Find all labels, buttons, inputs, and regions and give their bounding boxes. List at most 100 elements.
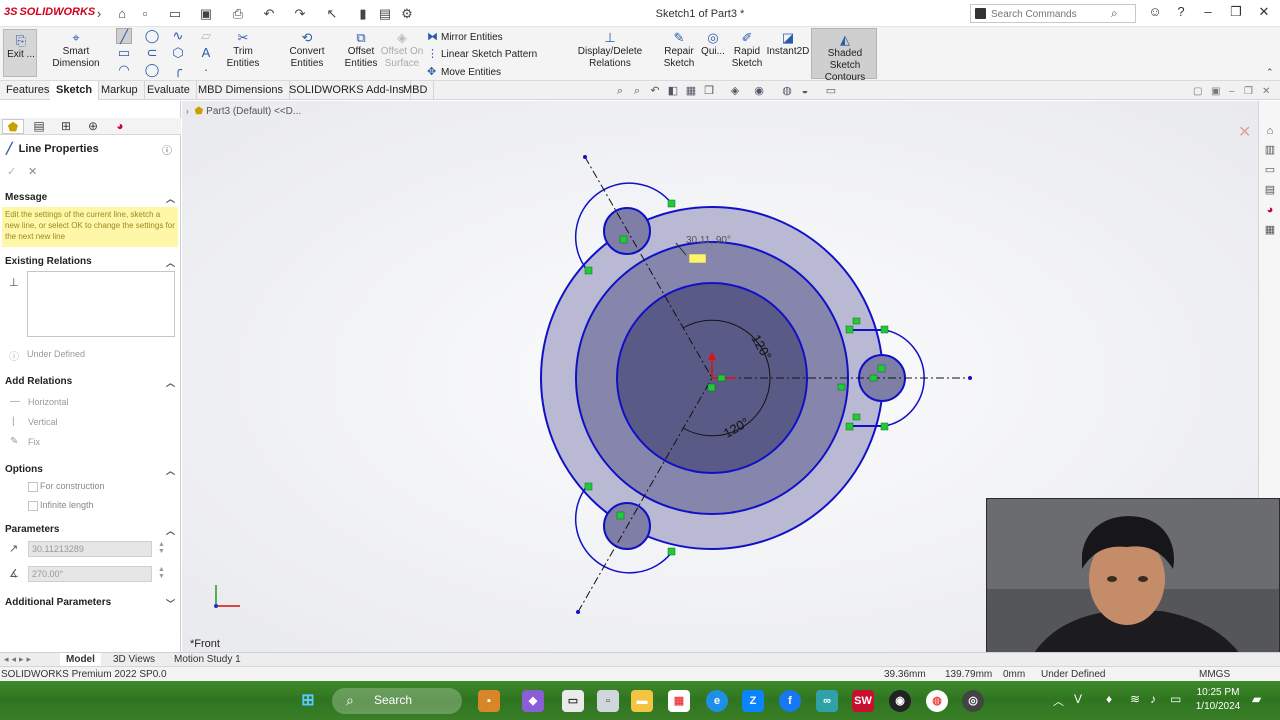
existing-relations-header[interactable]: Existing Relations ︿ — [0, 256, 181, 272]
relation-marker[interactable] — [845, 422, 854, 431]
additional-parameters-header[interactable]: Additional Parameters ﹀ — [0, 597, 181, 613]
previous-view-icon[interactable]: ↶ — [648, 85, 662, 98]
collapse-caret-icon[interactable]: ︿ — [166, 192, 175, 205]
relation-marker[interactable] — [616, 511, 625, 520]
volume-icon[interactable]: ♪ — [1150, 692, 1156, 706]
ok-check-icon[interactable]: ✓ — [7, 165, 16, 178]
hole-right[interactable] — [858, 354, 906, 402]
offset-entities-button[interactable]: ⧉ Offset Entities — [342, 29, 380, 70]
tab-model[interactable]: Model — [60, 653, 101, 667]
new-document-icon[interactable]: ▫ — [136, 5, 154, 22]
relation-marker[interactable] — [880, 325, 889, 334]
undo-icon[interactable]: ↶ — [260, 5, 278, 22]
existing-relations-list[interactable] — [27, 271, 175, 337]
help-icon[interactable]: ? — [1171, 4, 1191, 22]
show-hidden-icons-chevron[interactable]: ︿ — [1053, 693, 1064, 709]
relation-marker[interactable] — [852, 317, 861, 325]
cancel-x-icon[interactable]: ✕ — [28, 165, 37, 178]
tab-3d-views[interactable]: 3D Views — [107, 653, 161, 667]
help-icon[interactable]: ⓘ — [162, 142, 172, 157]
relation-marker[interactable] — [880, 422, 889, 431]
tree-expand-arrow-icon[interactable]: › — [186, 107, 189, 116]
collapse-ribbon-icon[interactable]: ⌃ — [1266, 67, 1274, 78]
feature-tree-flyout[interactable]: › ⬟ Part3 (Default) <<D... — [186, 106, 301, 117]
tab-mbd[interactable]: MBD — [397, 81, 435, 100]
home-icon[interactable]: ⌂ — [113, 5, 131, 22]
solidworks-logo[interactable]: 3S SOLIDWORKS — [4, 6, 95, 18]
collapse-caret-icon[interactable]: ︿ — [166, 524, 175, 537]
view-orientation-icon[interactable]: ❒ — [702, 85, 716, 98]
file-explorer-icon[interactable]: ▭ — [1262, 162, 1278, 178]
plane-icon[interactable]: ▱ — [198, 28, 214, 44]
linear-sketch-pattern-button[interactable]: ⋮ Linear Sketch Pattern — [427, 47, 537, 60]
exit-sketch-button[interactable]: ⎘ Exit ... — [3, 29, 37, 77]
traffic-light-icon[interactable]: ▮ — [354, 5, 372, 22]
line-icon[interactable]: ╱ — [116, 28, 132, 44]
feature-manager-tab-icon[interactable]: ⬟ — [2, 119, 24, 134]
microsoft-store-icon[interactable]: ▦ — [668, 690, 690, 712]
relation-vertical[interactable]: Vertical — [28, 417, 58, 427]
search-commands-box[interactable]: ⌕ — [970, 4, 1136, 23]
dynamic-annotation-icon[interactable]: ▦ — [684, 85, 698, 98]
view-palette-icon[interactable]: ▤ — [1262, 182, 1278, 198]
parameters-header[interactable]: Parameters ︿ — [0, 524, 181, 540]
spline-icon[interactable]: ∿ — [170, 28, 186, 44]
relation-marker[interactable] — [877, 364, 886, 373]
restore-graphics-window-icon[interactable]: ▣ — [1211, 86, 1220, 97]
copilot-icon[interactable]: ◆ — [522, 690, 544, 712]
arc-icon[interactable]: ◠ — [116, 62, 132, 78]
app-icon[interactable]: ∞ — [816, 690, 838, 712]
tab-mbd-dimensions[interactable]: MBD Dimensions — [192, 81, 290, 100]
display-manager-tab-icon[interactable]: ◕ — [109, 119, 131, 134]
relation-marker[interactable] — [584, 266, 593, 275]
collapse-caret-icon[interactable]: ︿ — [166, 256, 175, 269]
fillet-icon[interactable]: ╭ — [170, 62, 186, 78]
zoom-to-fit-icon[interactable]: ⌕ — [613, 85, 627, 98]
restore-button[interactable]: ❐ — [1226, 4, 1246, 22]
relation-horizontal[interactable]: Horizontal — [28, 397, 69, 407]
relation-marker[interactable] — [837, 383, 846, 391]
app-icon[interactable]: ◉ — [889, 690, 911, 712]
relation-marker[interactable] — [667, 547, 676, 556]
tab-solidworks-add-ins[interactable]: SOLIDWORKS Add-Ins — [283, 81, 411, 100]
for-construction-checkbox[interactable] — [28, 482, 38, 492]
slot-icon[interactable]: ⊂ — [144, 45, 160, 61]
options-gear-icon[interactable]: ⚙ — [398, 5, 416, 22]
tab-sketch[interactable]: Sketch — [50, 81, 100, 100]
options-header[interactable]: Options ︿ — [0, 464, 181, 480]
mirror-entities-button[interactable]: ⧓ Mirror Entities — [427, 30, 503, 43]
expand-caret-icon[interactable]: ﹀ — [166, 597, 175, 610]
endpoint-top[interactable] — [583, 155, 587, 159]
tab-scroll-arrows-icon[interactable]: ◂◂▸▸ — [4, 654, 34, 665]
search-commands-input[interactable] — [991, 7, 1103, 21]
taskbar-search[interactable]: ⌕ Search — [332, 688, 462, 714]
close-graphics-window-icon[interactable]: ✕ — [1262, 86, 1270, 97]
relation-marker[interactable] — [717, 374, 726, 382]
redo-icon[interactable]: ↷ — [291, 5, 309, 22]
add-relations-header[interactable]: Add Relations ︿ — [0, 376, 181, 392]
view-settings-icon[interactable]: ▭ — [824, 85, 838, 98]
chevron-right-icon[interactable]: › — [90, 5, 108, 22]
tab-motion-study[interactable]: Motion Study 1 — [168, 653, 247, 667]
smart-dimension-button[interactable]: ⌖ Smart Dimension — [40, 29, 112, 70]
endpoint-right[interactable] — [968, 376, 972, 380]
file-explorer-icon[interactable]: ▬ — [631, 690, 653, 712]
move-entities-button[interactable]: ✥ Move Entities — [427, 65, 501, 78]
relation-marker[interactable] — [619, 235, 628, 244]
ellipse-icon[interactable]: ◯ — [144, 62, 160, 78]
relation-marker[interactable] — [667, 199, 676, 208]
apply-scene-icon[interactable]: ◒ — [798, 85, 812, 98]
design-library-icon[interactable]: ▥ — [1262, 142, 1278, 158]
text-icon[interactable]: A — [198, 45, 214, 61]
open-folder-icon[interactable]: ▭ — [166, 5, 184, 22]
tab-features[interactable]: Features — [0, 81, 57, 100]
trim-entities-button[interactable]: ✂ Trim Entities — [216, 29, 270, 70]
collapse-caret-icon[interactable]: ︿ — [166, 376, 175, 389]
dimxpert-manager-tab-icon[interactable]: ⊕ — [82, 119, 104, 134]
collapse-caret-icon[interactable]: ︿ — [166, 464, 175, 477]
file-properties-icon[interactable]: ▤ — [376, 5, 394, 22]
convert-entities-button[interactable]: ⟲ Convert Entities — [272, 29, 342, 70]
offset-on-surface-button[interactable]: ◈ Offset On Surface — [380, 29, 424, 70]
system-clock[interactable]: 10:25 PM 1/10/2024 — [1188, 686, 1248, 714]
search-icon[interactable]: ⌕ — [1111, 6, 1118, 21]
